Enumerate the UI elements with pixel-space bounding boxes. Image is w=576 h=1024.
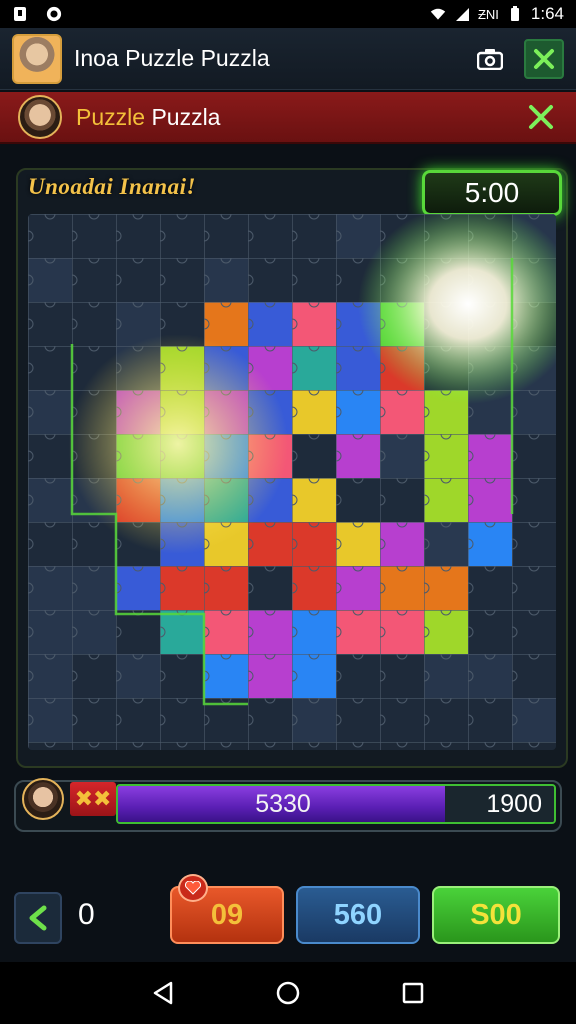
puzzle-board-canvas (28, 214, 556, 750)
score-current: 5330 (255, 789, 311, 818)
system-nav-bar (0, 962, 576, 1024)
puzzle-board[interactable] (28, 214, 556, 750)
camera-icon (477, 48, 503, 70)
heart-icon (178, 874, 208, 902)
left-glow (68, 334, 288, 554)
battery-icon (507, 6, 523, 22)
score-target: 1900 (486, 789, 542, 818)
circle-home-icon (276, 981, 300, 1005)
score-flag: ✖✖ (70, 782, 116, 816)
coins-button[interactable]: 560 (296, 886, 420, 944)
app-icon (46, 6, 62, 22)
app-header: Inoa Puzzle Puzzla (0, 28, 576, 90)
signal-icon (454, 6, 470, 22)
app-avatar (12, 33, 62, 84)
wifi-icon (430, 6, 446, 22)
puzzle-banner: Puzzle Puzzla (0, 92, 576, 144)
status-time: 1:64 (530, 4, 564, 23)
banner-close-button[interactable] (524, 100, 558, 134)
player-avatar (18, 95, 62, 139)
back-button[interactable] (14, 892, 62, 944)
moves-count: 0 (78, 898, 95, 931)
banner-title-part1: Puzzle (76, 103, 146, 130)
network-text: ƵNI (477, 6, 499, 22)
close-icon (529, 105, 553, 129)
nav-back-button[interactable] (145, 975, 181, 1011)
app-close-button[interactable] (524, 38, 564, 79)
camera-button[interactable] (474, 43, 506, 75)
score-avatar (22, 778, 64, 820)
triangle-back-icon (153, 981, 172, 1005)
score-progress: 5330 1900 (116, 784, 556, 824)
square-recents-icon (403, 982, 424, 1004)
chevron-left-icon (29, 905, 47, 931)
board-label: Unoadai Inanai! (28, 174, 196, 199)
banner-title: Puzzle Puzzla (76, 104, 220, 131)
nav-recents-button[interactable] (395, 975, 431, 1011)
notification-icon (12, 6, 28, 22)
score-button[interactable]: S00 (432, 886, 560, 944)
timer: 5:00 (422, 170, 562, 216)
close-icon (534, 48, 554, 69)
banner-title-part2: Puzzla (151, 103, 221, 130)
nav-home-button[interactable] (270, 975, 306, 1011)
status-bar: ƵNI 1:64 (0, 0, 576, 28)
app-title: Inoa Puzzle Puzzla (74, 45, 270, 71)
